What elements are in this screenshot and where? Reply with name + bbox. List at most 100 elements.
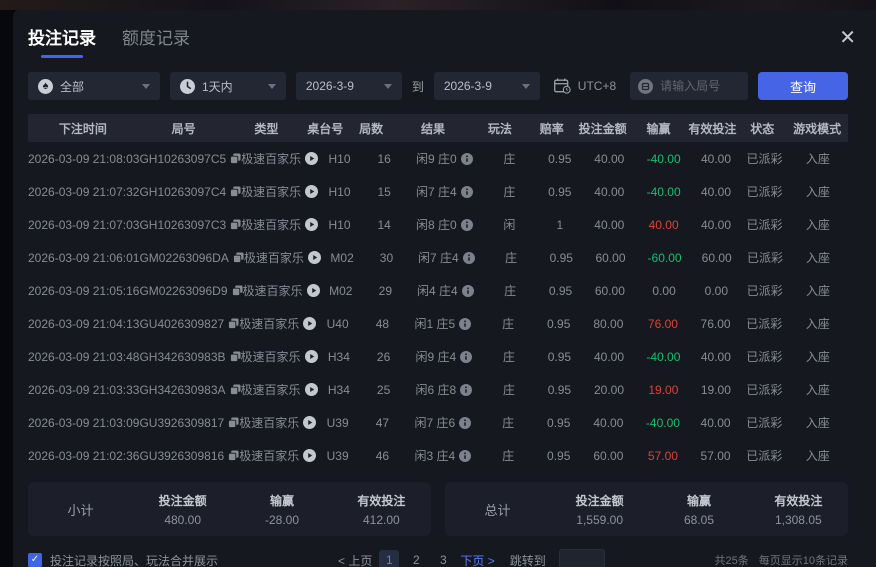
play-icon[interactable]	[303, 449, 317, 462]
win-loss: -40.00	[646, 184, 681, 199]
page-button-3[interactable]: 3	[433, 550, 453, 567]
round-count: 25	[376, 382, 391, 397]
round-icon	[638, 78, 654, 94]
odds: 0.95	[547, 448, 571, 463]
column-header: 下注时间	[58, 121, 107, 136]
info-icon[interactable]	[460, 152, 473, 165]
column-header: 局号	[171, 121, 196, 136]
chevron-down-icon	[521, 83, 530, 89]
win-loss: -40.00	[646, 349, 681, 364]
bet-amount: 20.00	[593, 382, 624, 397]
valid-bet: 40.00	[701, 184, 732, 199]
close-icon[interactable]: ✕	[839, 28, 856, 48]
play-icon[interactable]	[306, 284, 320, 297]
copy-icon[interactable]	[229, 384, 241, 395]
odds: 0.95	[548, 184, 572, 199]
bet-amount: 60.00	[594, 283, 625, 298]
tab-label: 额度记录	[122, 29, 190, 48]
info-icon[interactable]	[460, 383, 473, 396]
round-id: GH342630983A	[139, 383, 241, 397]
date-from-select[interactable]: 2026-3-9	[295, 72, 402, 100]
win-loss: 40.00	[648, 217, 679, 232]
info-icon[interactable]	[462, 251, 475, 264]
status: 已派彩	[746, 317, 783, 331]
info-icon[interactable]	[460, 218, 473, 231]
info-icon[interactable]	[459, 449, 472, 462]
game-mode: 入座	[806, 251, 831, 265]
game-mode: 入座	[805, 416, 830, 430]
play-icon[interactable]	[307, 251, 321, 264]
play-icon[interactable]	[305, 218, 319, 231]
game-type: 极速百家乐	[241, 348, 318, 365]
summary-section: 小计 投注金额 480.00 输赢 -28.00 有效投注 412.00 总计 投注金额 1,5…	[28, 482, 848, 536]
round-count: 15	[377, 184, 391, 199]
play-icon[interactable]	[303, 317, 317, 330]
play-type: 庄	[503, 185, 516, 199]
game-type: 极速百家乐	[239, 414, 317, 431]
category-select[interactable]: ♠ 全部	[28, 72, 160, 100]
game-mode: 入座	[805, 317, 830, 331]
time-range-select[interactable]: 1天内	[169, 72, 286, 100]
odds: 0.95	[547, 382, 572, 397]
round-count: 46	[375, 448, 390, 463]
copy-icon[interactable]	[230, 186, 241, 197]
date-to-select[interactable]: 2026-3-9	[433, 72, 540, 100]
info-icon[interactable]	[459, 317, 472, 330]
info-icon[interactable]	[460, 350, 473, 363]
result: 闲3 庄4	[406, 447, 480, 464]
prev-page-button[interactable]: < 上页	[338, 552, 372, 567]
play-icon[interactable]	[305, 185, 319, 198]
odds: 0.95	[547, 316, 571, 331]
game-type: 极速百家乐	[239, 447, 317, 464]
play-icon[interactable]	[304, 383, 318, 396]
page-button-2[interactable]: 2	[406, 550, 426, 567]
copy-icon[interactable]	[229, 351, 241, 362]
merge-checkbox[interactable]	[28, 553, 42, 567]
win-loss: 0.00	[652, 283, 676, 298]
next-page-button[interactable]: 下页 >	[460, 552, 494, 567]
date-to-label: 到	[411, 79, 424, 94]
info-icon[interactable]	[459, 416, 472, 429]
tab-bar: 投注记录 额度记录	[28, 28, 848, 58]
copy-icon[interactable]	[232, 252, 244, 263]
subtotal-label: 小计	[67, 502, 94, 518]
date-from-value: 2026-3-9	[305, 79, 354, 93]
tab-quota-records[interactable]: 额度记录	[122, 24, 190, 58]
page-button-1[interactable]: 1	[379, 550, 400, 567]
bet-amount: 60.00	[595, 250, 626, 265]
footer-bar: 投注记录按照局、玩法合并展示 < 上页 123 下页 > 跳转到 共25条 每页…	[28, 545, 848, 567]
table-no: H10	[328, 217, 351, 232]
copy-icon[interactable]	[228, 417, 239, 428]
bet-amount: 40.00	[594, 151, 625, 166]
info-icon[interactable]	[460, 185, 473, 198]
win-loss: -60.00	[647, 250, 682, 265]
game-mode: 入座	[805, 383, 830, 397]
round-number-input[interactable]	[660, 79, 741, 93]
subtotal-box: 小计 投注金额 480.00 输赢 -28.00 有效投注 412.00	[28, 482, 431, 536]
round-count: 47	[375, 415, 390, 430]
copy-icon[interactable]	[228, 450, 239, 461]
tab-bet-records[interactable]: 投注记录	[28, 24, 96, 58]
status: 已派彩	[746, 251, 783, 265]
play-icon[interactable]	[303, 416, 317, 429]
play-type: 闲	[503, 218, 516, 232]
table-row: 2026-03-09 21:03:48 GH342630983B 极速百家乐 H34 2…	[28, 340, 848, 373]
table-no: U39	[326, 415, 349, 430]
table-row: 2026-03-09 21:08:03 GH10263097C5 极速百家乐 H10 1…	[28, 142, 848, 175]
play-icon[interactable]	[305, 152, 319, 165]
valid-bet: 40.00	[700, 349, 731, 364]
copy-icon[interactable]	[230, 153, 241, 164]
copy-icon[interactable]	[228, 318, 239, 329]
play-type: 庄	[504, 284, 517, 298]
play-icon[interactable]	[304, 350, 318, 363]
copy-icon[interactable]	[230, 219, 241, 230]
info-icon[interactable]	[461, 284, 474, 297]
copy-icon[interactable]	[231, 285, 243, 296]
search-button[interactable]: 查询	[758, 72, 849, 100]
win-loss: 76.00	[647, 316, 678, 331]
bet-amount: 60.00	[593, 448, 624, 463]
jump-to-input[interactable]	[558, 549, 605, 567]
bet-amount: 40.00	[594, 217, 625, 232]
subtotal-item: 输赢 -28.00	[264, 493, 299, 527]
table-no: M02	[329, 283, 353, 298]
